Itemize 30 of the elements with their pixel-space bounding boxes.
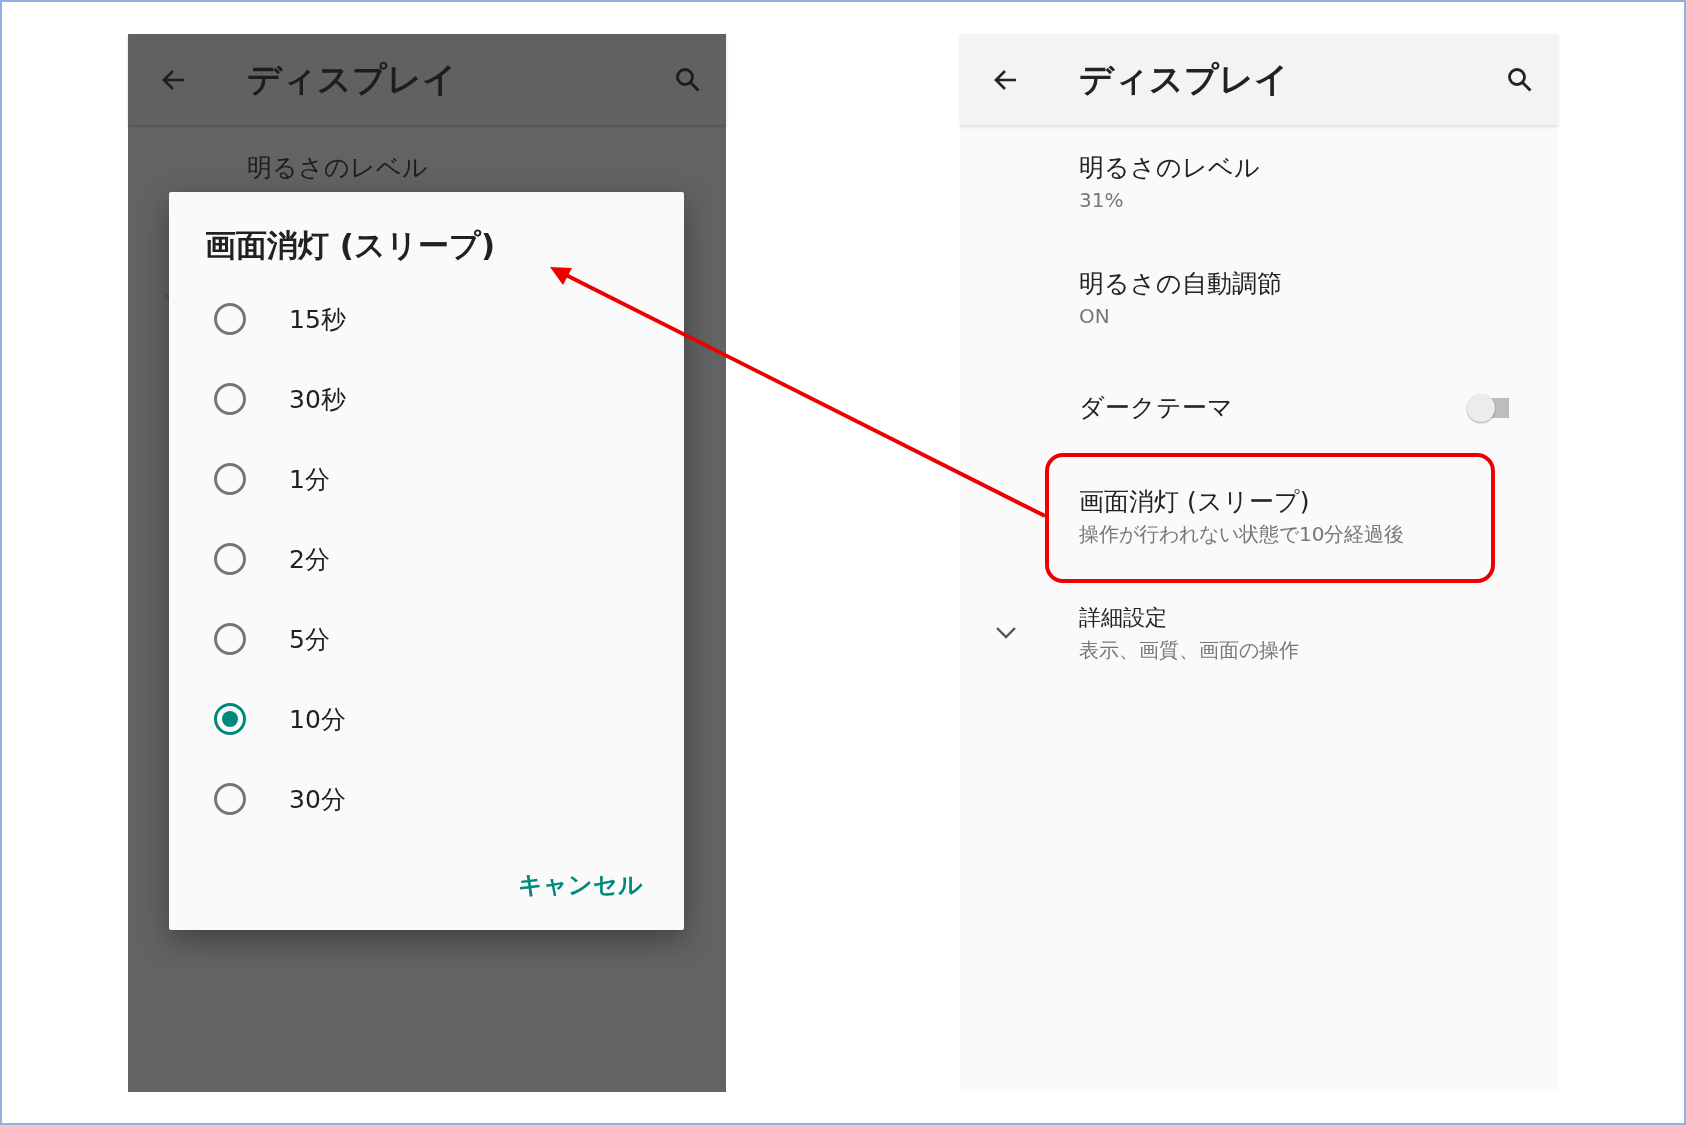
- option-label[interactable]: 30秒: [289, 382, 346, 416]
- setting-title: 詳細設定: [1079, 604, 1168, 632]
- radio-button[interactable]: [214, 783, 246, 815]
- dialog-title: 画面消灯 (スリープ): [205, 228, 497, 262]
- setting-summary: 操作が行われない状態で10分経過後: [1079, 521, 1406, 548]
- option-label[interactable]: 5分: [289, 622, 330, 656]
- radio-button[interactable]: [214, 303, 246, 335]
- radio-button[interactable]: [214, 623, 246, 655]
- option-label[interactable]: 1分: [289, 462, 330, 496]
- search-icon[interactable]: [1506, 65, 1534, 94]
- setting-summary: ON: [1079, 303, 1111, 330]
- chevron-down-icon[interactable]: [994, 625, 1018, 641]
- setting-title: 画面消灯 (スリープ): [1079, 486, 1311, 518]
- radio-button[interactable]: [214, 463, 246, 495]
- option-label[interactable]: 15秒: [289, 302, 346, 336]
- setting-summary: 31%: [1079, 187, 1125, 214]
- radio-button[interactable]: [214, 383, 246, 415]
- option-label[interactable]: 2分: [289, 542, 330, 576]
- option-label[interactable]: 10分: [289, 702, 346, 736]
- setting-title: 明るさのレベル: [1079, 152, 1261, 184]
- radio-button[interactable]: [214, 703, 246, 735]
- radio-button[interactable]: [214, 543, 246, 575]
- screen-title: ディスプレイ: [1079, 57, 1290, 101]
- setting-title: ダークテーマ: [1079, 392, 1234, 424]
- setting-summary: 表示、画質、画面の操作: [1079, 637, 1300, 664]
- cancel-button[interactable]: キャンセル: [518, 865, 643, 905]
- setting-title: 明るさのレベル: [247, 152, 429, 184]
- setting-title: 明るさの自動調節: [1079, 268, 1283, 300]
- screen-title: ディスプレイ: [247, 57, 458, 101]
- option-label[interactable]: 30分: [289, 782, 346, 816]
